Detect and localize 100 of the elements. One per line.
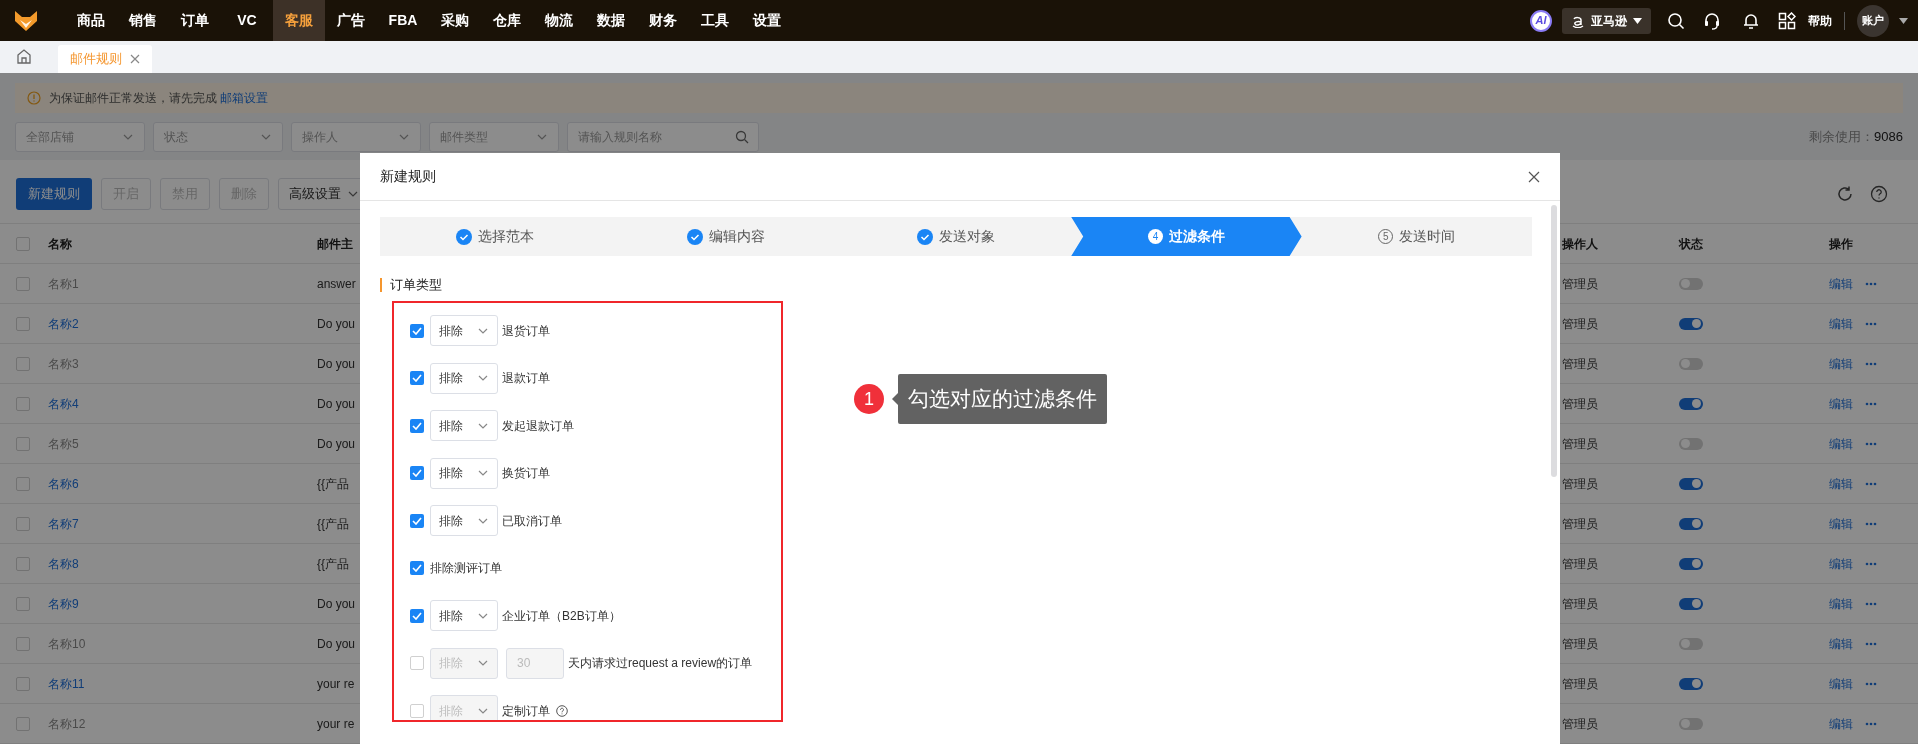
mailbox-settings-link[interactable]: 邮箱设置 bbox=[220, 91, 269, 105]
row-checkbox[interactable] bbox=[16, 396, 30, 411]
more-icon[interactable] bbox=[1865, 521, 1877, 526]
more-icon[interactable] bbox=[1865, 441, 1877, 446]
mode-select[interactable]: 排除 bbox=[430, 505, 498, 537]
status-toggle[interactable] bbox=[1679, 717, 1703, 730]
status-toggle[interactable] bbox=[1679, 317, 1703, 330]
rule-name[interactable]: 名称12 bbox=[48, 714, 86, 733]
edit-link[interactable]: 编辑 bbox=[1829, 354, 1853, 373]
ai-badge[interactable]: AI bbox=[1530, 9, 1552, 32]
more-icon[interactable] bbox=[1865, 721, 1877, 726]
checkbox[interactable] bbox=[410, 513, 424, 528]
wizard-step[interactable]: 选择范本 bbox=[380, 217, 611, 256]
status-toggle[interactable] bbox=[1679, 517, 1703, 530]
row-checkbox[interactable] bbox=[16, 236, 30, 251]
more-icon[interactable] bbox=[1865, 401, 1877, 406]
more-icon[interactable] bbox=[1865, 681, 1877, 686]
checkbox[interactable] bbox=[410, 656, 424, 671]
status-toggle[interactable] bbox=[1679, 557, 1703, 570]
nav-item[interactable]: 销售 bbox=[117, 0, 169, 41]
more-icon[interactable] bbox=[1865, 321, 1877, 326]
tab[interactable]: 邮件规则 bbox=[58, 45, 152, 73]
edit-link[interactable]: 编辑 bbox=[1829, 634, 1853, 653]
checkbox[interactable] bbox=[410, 561, 424, 576]
wizard-step[interactable]: 5 发送时间 bbox=[1301, 217, 1533, 256]
account-avatar[interactable]: 账户 bbox=[1857, 4, 1889, 37]
help-icon[interactable] bbox=[1870, 185, 1888, 203]
mode-select[interactable]: 排除 bbox=[430, 362, 498, 394]
refresh-icon[interactable] bbox=[1836, 185, 1854, 203]
edit-link[interactable]: 编辑 bbox=[1829, 714, 1853, 733]
status-toggle[interactable] bbox=[1679, 677, 1703, 690]
nav-item[interactable]: 采购 bbox=[429, 0, 481, 41]
nav-item[interactable]: 仓库 bbox=[481, 0, 533, 41]
more-icon[interactable] bbox=[1865, 561, 1877, 566]
more-icon[interactable] bbox=[1865, 361, 1877, 366]
help-link[interactable]: 帮助 bbox=[1808, 11, 1832, 30]
status-toggle[interactable] bbox=[1679, 397, 1703, 410]
close-icon[interactable] bbox=[1528, 170, 1540, 183]
nav-item[interactable]: 财务 bbox=[637, 0, 689, 41]
new-rule-button[interactable]: 新建规则 bbox=[16, 178, 92, 210]
status-toggle[interactable] bbox=[1679, 437, 1703, 450]
row-checkbox[interactable] bbox=[16, 276, 30, 291]
edit-link[interactable]: 编辑 bbox=[1829, 514, 1853, 533]
rule-name[interactable]: 名称7 bbox=[48, 514, 79, 533]
days-field[interactable]: 30 bbox=[506, 647, 564, 679]
platform-dropdown[interactable]: 亚马逊 bbox=[1562, 7, 1651, 34]
rule-name[interactable]: 名称5 bbox=[48, 434, 79, 453]
home-icon[interactable] bbox=[16, 48, 32, 64]
more-icon[interactable] bbox=[1865, 281, 1877, 286]
wizard-step[interactable]: 发送对象 bbox=[840, 217, 1072, 256]
headset-icon[interactable] bbox=[1703, 11, 1721, 30]
rule-name[interactable]: 名称3 bbox=[48, 354, 79, 373]
nav-item[interactable]: 订单 bbox=[169, 0, 221, 41]
edit-link[interactable]: 编辑 bbox=[1829, 474, 1853, 493]
scrollbar[interactable] bbox=[1551, 205, 1557, 477]
rule-name[interactable]: 名称1 bbox=[48, 274, 79, 293]
row-checkbox[interactable] bbox=[16, 636, 30, 651]
mode-select[interactable]: 排除 bbox=[430, 600, 498, 632]
more-icon[interactable] bbox=[1865, 601, 1877, 606]
checkbox[interactable] bbox=[410, 371, 424, 386]
nav-item[interactable]: 设置 bbox=[741, 0, 793, 41]
more-icon[interactable] bbox=[1865, 641, 1877, 646]
wizard-step[interactable]: 4 过滤条件 bbox=[1071, 217, 1302, 256]
search-icon[interactable] bbox=[1667, 11, 1685, 30]
close-icon[interactable] bbox=[130, 54, 140, 64]
edit-link[interactable]: 编辑 bbox=[1829, 434, 1853, 453]
edit-link[interactable]: 编辑 bbox=[1829, 554, 1853, 573]
checkbox[interactable] bbox=[410, 608, 424, 623]
caret-icon[interactable] bbox=[1899, 17, 1908, 24]
edit-link[interactable]: 编辑 bbox=[1829, 394, 1853, 413]
nav-item[interactable]: 广告 bbox=[325, 0, 377, 41]
nav-item[interactable]: 物流 bbox=[533, 0, 585, 41]
row-checkbox[interactable] bbox=[16, 716, 30, 731]
nav-item[interactable]: 商品 bbox=[65, 0, 117, 41]
edit-link[interactable]: 编辑 bbox=[1829, 594, 1853, 613]
status-toggle[interactable] bbox=[1679, 477, 1703, 490]
edit-link[interactable]: 编辑 bbox=[1829, 274, 1853, 293]
nav-item[interactable]: 客服 bbox=[273, 0, 325, 41]
checkbox[interactable] bbox=[410, 323, 424, 338]
rule-name[interactable]: 名称2 bbox=[48, 314, 79, 333]
edit-link[interactable]: 编辑 bbox=[1829, 314, 1853, 333]
nav-item[interactable]: 数据 bbox=[585, 0, 637, 41]
nav-item[interactable]: 工具 bbox=[689, 0, 741, 41]
row-checkbox[interactable] bbox=[16, 556, 30, 571]
nav-item[interactable]: FBA bbox=[377, 0, 429, 41]
nav-item[interactable]: VC bbox=[221, 0, 273, 41]
mode-select[interactable]: 排除 bbox=[430, 410, 498, 442]
mode-select[interactable]: 排除 bbox=[430, 315, 498, 347]
rule-name[interactable]: 名称4 bbox=[48, 394, 79, 413]
checkbox[interactable] bbox=[410, 466, 424, 481]
status-toggle[interactable] bbox=[1679, 637, 1703, 650]
mode-select[interactable]: 排除 bbox=[430, 457, 498, 489]
checkbox[interactable] bbox=[410, 703, 424, 718]
rule-name[interactable]: 名称6 bbox=[48, 474, 79, 493]
bell-icon[interactable] bbox=[1742, 11, 1760, 30]
wizard-step[interactable]: 编辑内容 bbox=[610, 217, 841, 256]
row-checkbox[interactable] bbox=[16, 596, 30, 611]
row-checkbox[interactable] bbox=[16, 436, 30, 451]
row-checkbox[interactable] bbox=[16, 356, 30, 371]
row-checkbox[interactable] bbox=[16, 316, 30, 331]
